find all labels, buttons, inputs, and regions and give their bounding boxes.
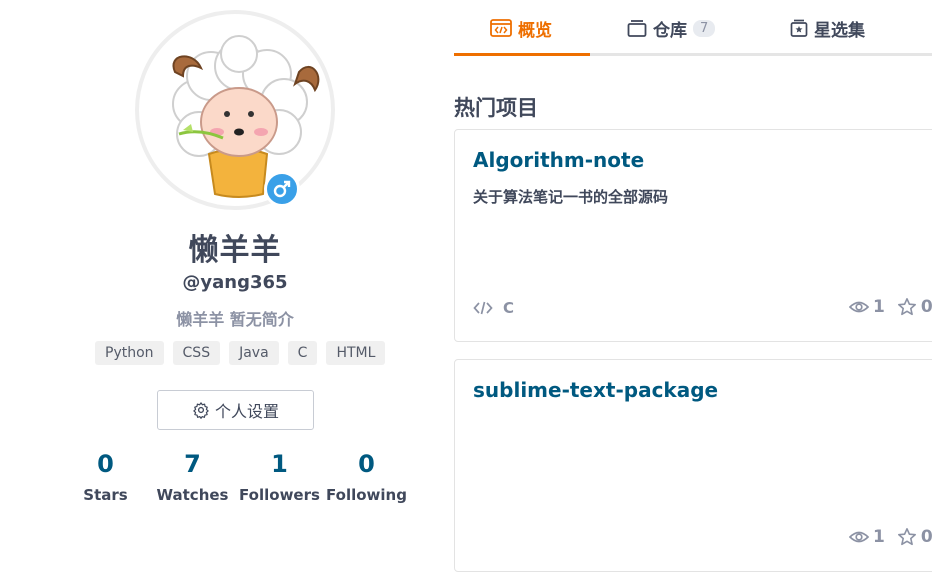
profile-tabs: 概览 仓库 7 星选集 <box>454 0 932 56</box>
star-icon <box>897 298 916 316</box>
repo-stars[interactable]: 0 <box>897 527 932 547</box>
stat-watches[interactable]: 7 Watches <box>149 448 236 504</box>
avatar[interactable] <box>135 10 335 210</box>
stat-following[interactable]: 0 Following <box>323 448 410 504</box>
repo-description: 关于算法笔记一书的全部源码 <box>473 188 669 206</box>
display-name: 懒羊羊 <box>188 233 282 268</box>
tab-repositories[interactable]: 仓库 7 <box>627 0 716 56</box>
username: @yang365 <box>182 272 288 293</box>
star-icon <box>897 528 916 546</box>
stat-value: 1 <box>271 450 288 478</box>
profile-stats: 0 Stars 7 Watches 1 Followers 0 Followin… <box>62 448 410 504</box>
repo-watches[interactable]: 1 <box>849 527 885 547</box>
male-gender-icon <box>264 171 300 207</box>
personal-settings-button[interactable]: 个人设置 <box>157 390 314 430</box>
repo-card[interactable]: Algorithm-note 关于算法笔记一书的全部源码 C 1 0 <box>454 129 932 342</box>
bio-text: 懒羊羊 暂无简介 <box>176 310 294 329</box>
repo-name-link[interactable]: Algorithm-note <box>473 148 644 172</box>
watch-count: 1 <box>873 297 885 317</box>
repo-name-link[interactable]: sublime-text-package <box>473 378 718 402</box>
gear-icon <box>193 402 209 419</box>
settings-label: 个人设置 <box>214 402 279 421</box>
stat-followers[interactable]: 1 Followers <box>236 448 323 504</box>
stat-label: Stars <box>83 486 128 504</box>
repo-count-badge: 7 <box>693 19 716 37</box>
language-tag[interactable]: Java <box>229 341 279 365</box>
language-tag[interactable]: C <box>287 341 318 365</box>
stat-value: 7 <box>184 450 201 478</box>
repo-metrics: 1 0 <box>849 297 932 317</box>
watch-count: 1 <box>873 527 885 547</box>
tab-label: 概览 <box>518 20 552 41</box>
language-tag[interactable]: CSS <box>172 341 221 365</box>
repo-card[interactable]: sublime-text-package 1 0 <box>454 359 932 572</box>
star-count: 0 <box>920 527 932 547</box>
repo-icon <box>627 20 647 37</box>
language-tag[interactable]: HTML <box>326 341 386 365</box>
stat-stars[interactable]: 0 Stars <box>62 448 149 504</box>
tab-label: 星选集 <box>814 20 865 41</box>
section-title: 热门项目 <box>454 96 538 120</box>
code-icon <box>473 301 493 315</box>
star-collection-icon <box>790 19 808 37</box>
repo-language-label: C <box>503 299 515 317</box>
stat-label: Followers <box>239 486 320 504</box>
profile-sidebar: 懒羊羊 @yang365 懒羊羊 暂无简介 Python CSS Java C … <box>0 0 420 533</box>
repo-stars[interactable]: 0 <box>897 297 932 317</box>
repo-language: C <box>473 299 514 317</box>
eye-icon <box>849 531 869 543</box>
stat-value: 0 <box>97 450 114 478</box>
overview-icon <box>490 19 512 37</box>
star-count: 0 <box>920 297 932 317</box>
sheep-avatar-illustration <box>172 35 320 198</box>
language-tag[interactable]: Python <box>95 341 164 365</box>
eye-icon <box>849 301 869 313</box>
tab-star-collections[interactable]: 星选集 <box>790 0 865 56</box>
tab-overview[interactable]: 概览 <box>490 0 552 56</box>
language-tags: Python CSS Java C HTML <box>95 341 386 365</box>
active-tab-indicator <box>454 53 590 56</box>
repo-metrics: 1 0 <box>849 527 932 547</box>
stat-label: Following <box>326 486 407 504</box>
stat-value: 0 <box>358 450 375 478</box>
tab-label: 仓库 <box>653 20 687 41</box>
stat-label: Watches <box>156 486 229 504</box>
repo-watches[interactable]: 1 <box>849 297 885 317</box>
